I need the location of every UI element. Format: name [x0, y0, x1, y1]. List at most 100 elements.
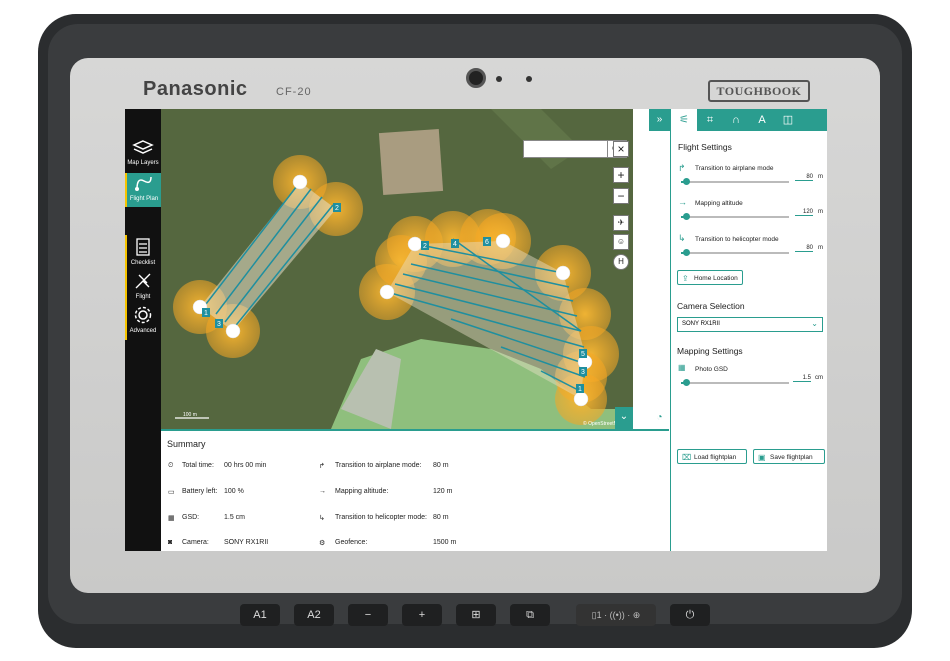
collapse-summary-button[interactable]: ⌄ [615, 407, 633, 429]
summary-value: 120 m [433, 488, 453, 495]
button-label: Home Location [694, 275, 738, 282]
hw-button-a1[interactable]: A1 [240, 604, 280, 626]
waypoint-label: 1 [204, 310, 208, 317]
collapse-panel-button[interactable]: » [649, 109, 670, 131]
unit-label: m [818, 174, 823, 180]
photo-gsd-value[interactable]: 1.5 [793, 375, 811, 382]
save-flightplan-button[interactable]: ▣ Save flightplan [753, 449, 825, 464]
person-icon: ☺ [616, 237, 626, 246]
route-icon: ⌗ [706, 114, 714, 126]
minus-icon: − [617, 189, 625, 203]
summary-label: Transition to helicopter mode: [335, 514, 427, 521]
waypoint-label: 3 [217, 321, 221, 328]
tab-altitude[interactable]: A [749, 109, 775, 131]
app-screen: Map Layers Flight Plan Checklist Flight … [125, 109, 827, 551]
button-label: Load flightplan [694, 454, 737, 461]
slider-knob[interactable] [683, 249, 690, 256]
nav-checklist[interactable]: Checklist [125, 237, 161, 269]
nav-label: Advanced [129, 328, 157, 334]
hw-button-windows[interactable]: ⊞ [456, 604, 496, 626]
hw-button-power[interactable]: ⏻ [670, 604, 710, 626]
gsd-icon: ▦ [168, 515, 175, 522]
chart-toggle-button[interactable]: ◔ [649, 407, 670, 429]
sensor-dot [526, 76, 532, 82]
left-nav: Map Layers Flight Plan Checklist Flight … [125, 109, 161, 551]
slider-knob[interactable] [683, 178, 690, 185]
setting-label: Photo GSD [695, 366, 728, 373]
center-pilot-button[interactable]: ☺ [613, 234, 629, 250]
summary-row: ◙ Camera: SONY RX1RII [168, 539, 268, 546]
camera-icon: ◙ [168, 539, 173, 546]
home-icon: H [618, 257, 624, 266]
summary-row: ▦ GSD: 1.5 cm [168, 514, 245, 522]
layers-icon [132, 140, 154, 154]
nav-label: Flight Plan [129, 196, 159, 202]
zoom-in-button[interactable]: + [613, 167, 629, 183]
gsd-icon: ▦ [678, 363, 686, 372]
hw-button-rotate[interactable]: ⧉ [510, 604, 550, 626]
setting-label: Mapping altitude [695, 200, 743, 207]
camera-select[interactable]: SONY RX1RII ⌄ [677, 317, 823, 332]
load-flightplan-button[interactable]: ⌧ Load flightplan [677, 449, 747, 464]
close-search-button[interactable]: × [613, 141, 629, 157]
summary-row: ⚙ Geofence: 1500 m [319, 539, 456, 547]
altitude-arrow-icon: → [319, 488, 326, 495]
slider-knob[interactable] [683, 379, 690, 386]
map-search-input[interactable] [524, 141, 608, 157]
transition-airplane-slider[interactable] [681, 178, 789, 185]
slider-knob[interactable] [683, 213, 690, 220]
hw-button-volume-down[interactable]: − [348, 604, 388, 626]
summary-value: 100 % [224, 488, 244, 495]
waypoint-label: 3 [581, 369, 585, 376]
summary-row: ▭ Battery left: 100 % [168, 488, 244, 496]
battery-icon: ▭ [168, 489, 175, 496]
center-home-button[interactable]: H [613, 254, 629, 270]
setting-label: Transition to airplane mode [695, 165, 774, 172]
zoom-out-button[interactable]: − [613, 188, 629, 204]
hw-button-volume-up[interactable]: + [402, 604, 442, 626]
sensor-dot [496, 76, 502, 82]
unit-label: m [818, 209, 823, 215]
summary-row: ↳ Transition to helicopter mode: 80 m [319, 514, 449, 522]
waypoint-label: 5 [581, 351, 585, 358]
altitude-arrow-icon: → [678, 197, 687, 207]
save-icon: ▣ [758, 453, 766, 462]
gear-icon [134, 306, 152, 324]
nav-flight[interactable]: Flight [125, 271, 161, 303]
checklist-icon [136, 238, 150, 256]
folder-open-icon: ⌧ [682, 453, 692, 462]
photo-gsd-slider[interactable] [681, 379, 789, 386]
nav-flight-plan[interactable]: Flight Plan [125, 173, 161, 207]
transition-helicopter-value[interactable]: 80 [795, 245, 813, 252]
summary-label: Mapping altitude: [335, 488, 389, 495]
summary-row: ⏲ Total time: 00 hrs 00 min [168, 462, 266, 470]
tab-camera[interactable]: ◫ [775, 109, 801, 131]
transition-airplane-value[interactable]: 80 [795, 174, 813, 181]
transition-helicopter-slider[interactable] [681, 249, 789, 256]
settings-panel: ⚟ ⌗ ∩ A ◫ Flight Settings ↱ Transition t… [670, 109, 827, 551]
unit-label: cm [815, 375, 823, 381]
tab-route[interactable]: ⌗ [697, 109, 723, 131]
panel-tabs: ⚟ ⌗ ∩ A ◫ [671, 109, 827, 131]
tab-transition[interactable]: ∩ [723, 109, 749, 131]
tab-flight-settings[interactable]: ⚟ [671, 109, 697, 131]
model-label: CF-20 [276, 86, 312, 98]
nav-advanced[interactable]: Advanced [125, 305, 161, 337]
mapping-altitude-value[interactable]: 120 [795, 209, 813, 216]
altitude-icon: A [758, 114, 766, 126]
setting-label: Transition to helicopter mode [695, 236, 779, 243]
map-view[interactable]: 2 1 3 2 4 6 5 3 1 100 m © OpenStreetMap … [161, 109, 633, 429]
center-drone-button[interactable]: ✈ [613, 215, 629, 231]
hw-button-a2[interactable]: A2 [294, 604, 334, 626]
camera-selection-title: Camera Selection [677, 301, 745, 311]
camera-select-value: SONY RX1RII [682, 321, 720, 327]
camera-icon: ◫ [782, 114, 794, 126]
home-location-button[interactable]: ⇪ Home Location [677, 270, 743, 285]
mapping-altitude-slider[interactable] [681, 213, 789, 220]
summary-panel: Summary ⏲ Total time: 00 hrs 00 min ▭ Ba… [161, 429, 669, 551]
takeoff-arrow-icon: ↱ [678, 163, 686, 173]
landing-arrow-icon: ↳ [678, 233, 686, 243]
nav-map-layers[interactable]: Map Layers [125, 139, 161, 171]
field-patch [378, 128, 444, 196]
mapping-settings-title: Mapping Settings [677, 346, 743, 356]
